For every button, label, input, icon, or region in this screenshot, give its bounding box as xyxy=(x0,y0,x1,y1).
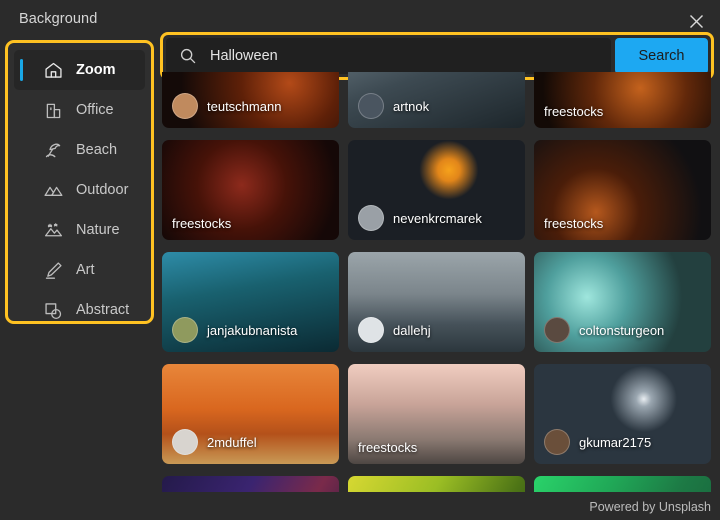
umbrella-icon xyxy=(42,139,64,161)
photographer-name: 2mduffel xyxy=(207,434,257,450)
sidebar-item-label: Nature xyxy=(76,222,120,238)
landscape-icon xyxy=(42,219,64,241)
photographer-credit: nevenkrcmarek xyxy=(358,205,482,231)
avatar xyxy=(544,317,570,343)
background-thumbnail[interactable] xyxy=(162,476,339,492)
home-icon xyxy=(42,59,64,81)
sidebar-item-outdoor[interactable]: Outdoor xyxy=(14,170,145,210)
photographer-credit: freestocks xyxy=(544,216,603,231)
search-button[interactable]: Search xyxy=(615,38,708,74)
search-input[interactable]: Halloween xyxy=(166,38,611,74)
sidebar-item-label: Abstract xyxy=(76,302,130,318)
footer: Powered by Unsplash xyxy=(0,492,720,520)
background-thumbnail[interactable] xyxy=(348,476,525,492)
search-icon xyxy=(179,47,198,66)
page-title: Background xyxy=(19,11,98,27)
background-thumbnail[interactable]: 2mduffel xyxy=(162,364,339,464)
photographer-name: nevenkrcmarek xyxy=(393,210,482,226)
background-thumbnail[interactable]: teutschmann xyxy=(162,72,339,128)
photographer-credit: dallehj xyxy=(358,317,431,343)
photographer-name: artnok xyxy=(393,98,430,114)
background-picker-dialog: Background Zoom Office Beach Outdoor Nat… xyxy=(0,0,720,520)
background-thumbnail[interactable]: gkumar2175 xyxy=(534,364,711,464)
photographer-name: janjakubnanista xyxy=(207,322,298,338)
photographer-name: freestocks xyxy=(544,104,604,119)
sidebar-item-abstract[interactable]: Abstract xyxy=(14,290,145,330)
marker-icon xyxy=(42,259,64,281)
sidebar-item-label: Zoom xyxy=(76,62,116,78)
photographer-credit: coltonsturgeon xyxy=(544,317,664,343)
avatar xyxy=(358,205,384,231)
photographer-name: freestocks xyxy=(544,216,604,231)
sidebar-item-nature[interactable]: Nature xyxy=(14,210,145,250)
photographer-name: dallehj xyxy=(393,322,431,338)
photographer-credit: janjakubnanista xyxy=(172,317,297,343)
background-thumbnail[interactable]: freestocks xyxy=(348,364,525,464)
avatar xyxy=(358,317,384,343)
building-icon xyxy=(42,99,64,121)
category-sidebar: Zoom Office Beach Outdoor Nature Art Abs… xyxy=(5,40,154,324)
photographer-name: teutschmann xyxy=(207,98,282,114)
background-thumbnail[interactable]: nevenkrcmarek xyxy=(348,140,525,240)
photographer-credit: 2mduffel xyxy=(172,429,257,455)
photographer-credit: freestocks xyxy=(172,216,231,231)
photographer-name: coltonsturgeon xyxy=(579,322,665,338)
background-thumbnail[interactable]: freestocks xyxy=(534,72,711,128)
sidebar-item-beach[interactable]: Beach xyxy=(14,130,145,170)
sidebar-item-label: Art xyxy=(76,262,95,278)
search-input-value: Halloween xyxy=(210,48,278,64)
avatar xyxy=(544,429,570,455)
photographer-credit: freestocks xyxy=(544,104,603,119)
background-thumbnail[interactable]: janjakubnanista xyxy=(162,252,339,352)
sidebar-item-zoom[interactable]: Zoom xyxy=(14,50,145,90)
selection-indicator xyxy=(20,59,23,81)
avatar xyxy=(358,93,384,119)
avatar xyxy=(172,93,198,119)
background-thumbnail[interactable]: dallehj xyxy=(348,252,525,352)
sidebar-item-art[interactable]: Art xyxy=(14,250,145,290)
photographer-name: freestocks xyxy=(358,440,418,455)
background-thumbnail[interactable]: freestocks xyxy=(534,140,711,240)
avatar xyxy=(172,317,198,343)
sidebar-item-label: Office xyxy=(76,102,114,118)
background-thumbnail[interactable]: artnok xyxy=(348,72,525,128)
photographer-name: freestocks xyxy=(172,216,232,231)
sidebar-item-label: Outdoor xyxy=(76,182,129,198)
photographer-credit: teutschmann xyxy=(172,93,281,119)
shapes-icon xyxy=(42,299,64,321)
sidebar-item-label: Beach xyxy=(76,142,118,158)
avatar xyxy=(172,429,198,455)
background-thumbnail[interactable]: freestocks xyxy=(162,140,339,240)
background-thumbnail[interactable] xyxy=(534,476,711,492)
photographer-credit: freestocks xyxy=(358,440,417,455)
photographer-name: gkumar2175 xyxy=(579,434,652,450)
sidebar-item-office[interactable]: Office xyxy=(14,90,145,130)
photographer-credit: artnok xyxy=(358,93,429,119)
footer-attribution: Powered by Unsplash xyxy=(589,500,711,514)
results-grid[interactable]: teutschmann artnok freestocks freestocks nev… xyxy=(162,72,714,492)
mountains-icon xyxy=(42,179,64,201)
background-thumbnail[interactable]: coltonsturgeon xyxy=(534,252,711,352)
photographer-credit: gkumar2175 xyxy=(544,429,651,455)
